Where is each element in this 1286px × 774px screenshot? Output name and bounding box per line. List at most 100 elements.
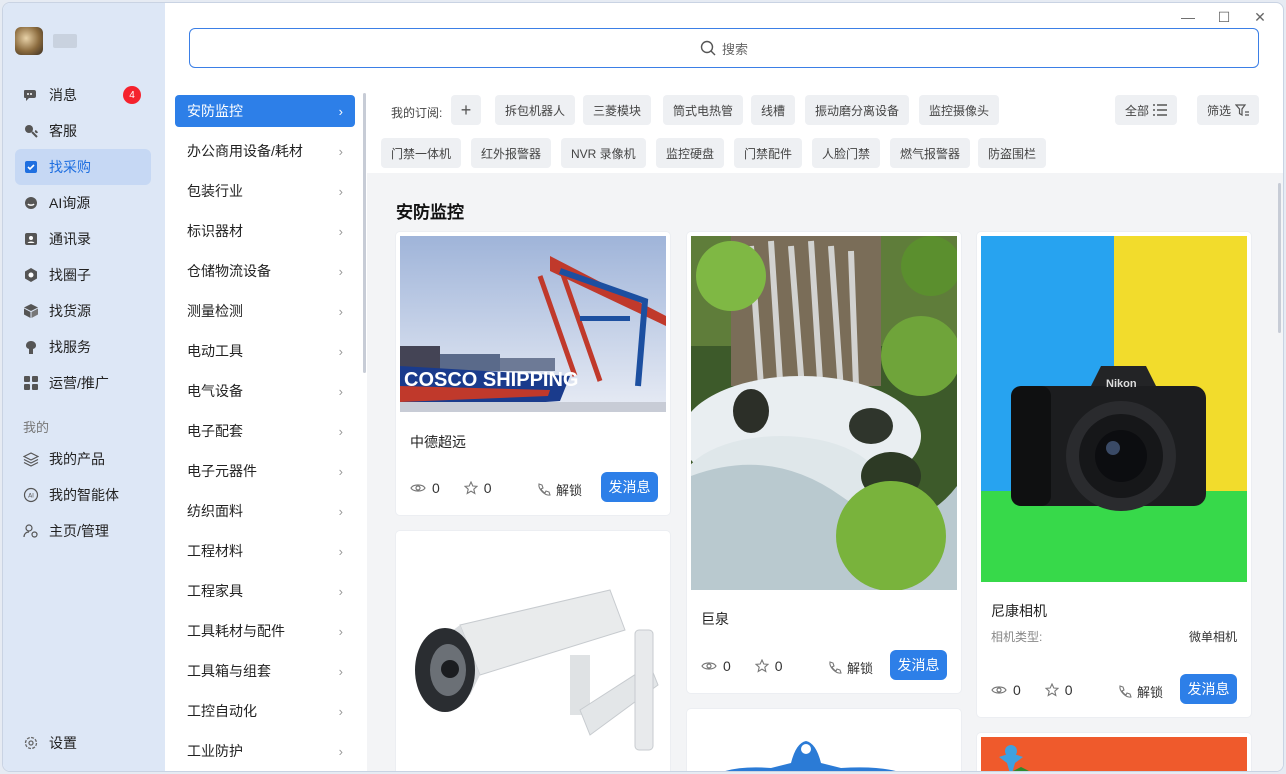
category-item[interactable]: 纺织面料 › xyxy=(175,495,355,527)
nav-item-label: 找采购 xyxy=(49,159,91,175)
send-message-button[interactable]: 发消息 xyxy=(1180,674,1237,704)
category-label: 办公商用设备/耗材 xyxy=(187,143,303,159)
subscription-chip[interactable]: 筒式电热管 xyxy=(663,95,744,125)
search-icon xyxy=(700,40,716,56)
filter-button[interactable]: 筛选 xyxy=(1197,95,1260,125)
star-count[interactable]: 0 xyxy=(463,480,492,496)
subscription-chip[interactable]: 监控摄像头 xyxy=(919,95,1000,125)
product-image-port: COSCO SHIPPING xyxy=(400,236,666,412)
category-item[interactable]: 工具箱与组套 › xyxy=(175,655,355,687)
chat-icon xyxy=(23,87,39,103)
category-label: 电动工具 xyxy=(187,343,243,359)
eye-icon xyxy=(991,686,1007,694)
category-item[interactable]: 工程家具 › xyxy=(175,575,355,607)
subscription-chip[interactable]: 红外报警器 xyxy=(471,138,552,168)
nav-item-purchase[interactable]: 找采购 xyxy=(15,149,151,185)
gear-icon xyxy=(23,735,39,751)
subscription-chip[interactable]: 振动磨分离设备 xyxy=(805,95,910,125)
nav-item-ai-sourcing[interactable]: AI询源 xyxy=(15,185,151,221)
product-card[interactable] xyxy=(687,709,961,771)
chevron-right-icon: › xyxy=(338,183,343,199)
all-button[interactable]: 全部 xyxy=(1115,95,1178,125)
star-count[interactable]: 0 xyxy=(754,658,783,674)
category-item[interactable]: 标识器材 › xyxy=(175,215,355,247)
star-count[interactable]: 0 xyxy=(1044,682,1073,698)
category-item[interactable]: 电动工具 › xyxy=(175,335,355,367)
subscriptions-label: 我的订阅: xyxy=(391,106,443,120)
chevron-right-icon: › xyxy=(338,543,343,559)
nav-item-contacts[interactable]: 通讯录 xyxy=(15,221,151,257)
subscription-chip[interactable]: 人脸门禁 xyxy=(812,138,881,168)
category-item[interactable]: 工业防护 › xyxy=(175,735,355,767)
subscription-chip[interactable]: 三菱模块 xyxy=(583,95,652,125)
subscription-chip[interactable]: 防盗围栏 xyxy=(978,138,1047,168)
subscription-chip[interactable]: 拆包机器人 xyxy=(495,95,576,125)
category-item[interactable]: 工控自动化 › xyxy=(175,695,355,727)
category-item[interactable]: 测量检测 › xyxy=(175,295,355,327)
product-attribute: 相机类型: 微单相机 xyxy=(991,628,1237,645)
filter-label: 筛选 xyxy=(1207,103,1232,118)
category-scrollbar[interactable] xyxy=(363,93,366,373)
subscription-chip[interactable]: 门禁一体机 xyxy=(381,138,462,168)
product-stats: 0 0 xyxy=(991,682,1097,698)
unlock-button[interactable]: 解锁 xyxy=(1117,682,1163,701)
product-card[interactable] xyxy=(977,733,1251,771)
maximize-button[interactable]: ☐ xyxy=(1217,9,1231,26)
feed-scrollbar[interactable] xyxy=(1278,183,1281,333)
subscription-chip[interactable]: NVR 录像机 xyxy=(561,138,646,168)
nav-item-service[interactable]: 客服 xyxy=(15,113,151,149)
nav-item-operations[interactable]: 运营/推广 xyxy=(15,365,151,401)
nav-item-my-agents[interactable]: AI 我的智能体 xyxy=(15,477,151,513)
avatar[interactable] xyxy=(15,27,43,55)
subscription-chip[interactable]: 线槽 xyxy=(751,95,796,125)
subscription-chip[interactable]: 门禁配件 xyxy=(734,138,803,168)
chevron-right-icon: › xyxy=(338,103,343,119)
unlock-button[interactable]: 解锁 xyxy=(536,480,582,499)
nav-item-services[interactable]: 找服务 xyxy=(15,329,151,365)
service-icon xyxy=(23,123,39,139)
nav-item-messages[interactable]: 消息 4 xyxy=(15,77,151,113)
product-card[interactable]: COSCO SHIPPING 中德超远 0 0 解锁 发消息 xyxy=(396,232,670,515)
category-item[interactable]: 电气设备 › xyxy=(175,375,355,407)
category-item[interactable]: 安防监控 › xyxy=(175,95,355,127)
category-item[interactable]: 工程材料 › xyxy=(175,535,355,567)
nav-item-label: AI询源 xyxy=(49,195,91,211)
product-card[interactable]: Nikon 尼康相机 相机类型: 微单相机 0 0 解锁 发消息 xyxy=(977,232,1251,717)
grid-icon xyxy=(23,375,39,391)
send-message-button[interactable]: 发消息 xyxy=(601,472,658,502)
nav-item-circles[interactable]: 找圈子 xyxy=(15,257,151,293)
subscription-chip[interactable]: 监控硬盘 xyxy=(656,138,725,168)
box-icon xyxy=(23,303,39,319)
nav-item-homepage[interactable]: 主页/管理 xyxy=(15,513,151,549)
nav-item-label: 我的智能体 xyxy=(49,487,119,503)
subscription-chip[interactable]: 燃气报警器 xyxy=(890,138,971,168)
category-item[interactable]: 电子元器件 › xyxy=(175,455,355,487)
username-blurred xyxy=(53,34,77,48)
product-card[interactable]: 巨泉 0 0 解锁 发消息 xyxy=(687,232,961,693)
category-item[interactable]: 电子配套 › xyxy=(175,415,355,447)
product-title: 尼康相机 xyxy=(991,603,1047,619)
product-title: 中德超远 xyxy=(410,434,466,450)
category-item[interactable]: 仓储物流设备 › xyxy=(175,255,355,287)
category-item[interactable]: 包装行业 › xyxy=(175,175,355,207)
nav-item-supply[interactable]: 找货源 xyxy=(15,293,151,329)
nav-item-settings[interactable]: 设置 xyxy=(15,725,151,761)
close-button[interactable]: ✕ xyxy=(1253,9,1267,26)
nav-item-label: 找圈子 xyxy=(49,267,91,283)
send-message-button[interactable]: 发消息 xyxy=(890,650,947,680)
product-image-waterfall xyxy=(691,236,957,590)
category-label: 工控自动化 xyxy=(187,703,257,719)
user-profile[interactable] xyxy=(15,27,77,55)
unlock-button[interactable]: 解锁 xyxy=(827,658,873,677)
category-item[interactable]: 办公商用设备/耗材 › xyxy=(175,135,355,167)
category-item[interactable]: 工具耗材与配件 › xyxy=(175,615,355,647)
minimize-button[interactable]: — xyxy=(1181,9,1195,26)
category-label: 安防监控 xyxy=(187,103,243,119)
product-card[interactable] xyxy=(396,531,670,771)
add-subscription-button[interactable]: + xyxy=(451,95,481,125)
chevron-right-icon: › xyxy=(338,343,343,359)
nav-item-my-products[interactable]: 我的产品 xyxy=(15,441,151,477)
service-hand-icon xyxy=(23,339,39,355)
search-input[interactable]: 搜索 xyxy=(189,28,1259,68)
purchase-icon xyxy=(23,159,39,175)
